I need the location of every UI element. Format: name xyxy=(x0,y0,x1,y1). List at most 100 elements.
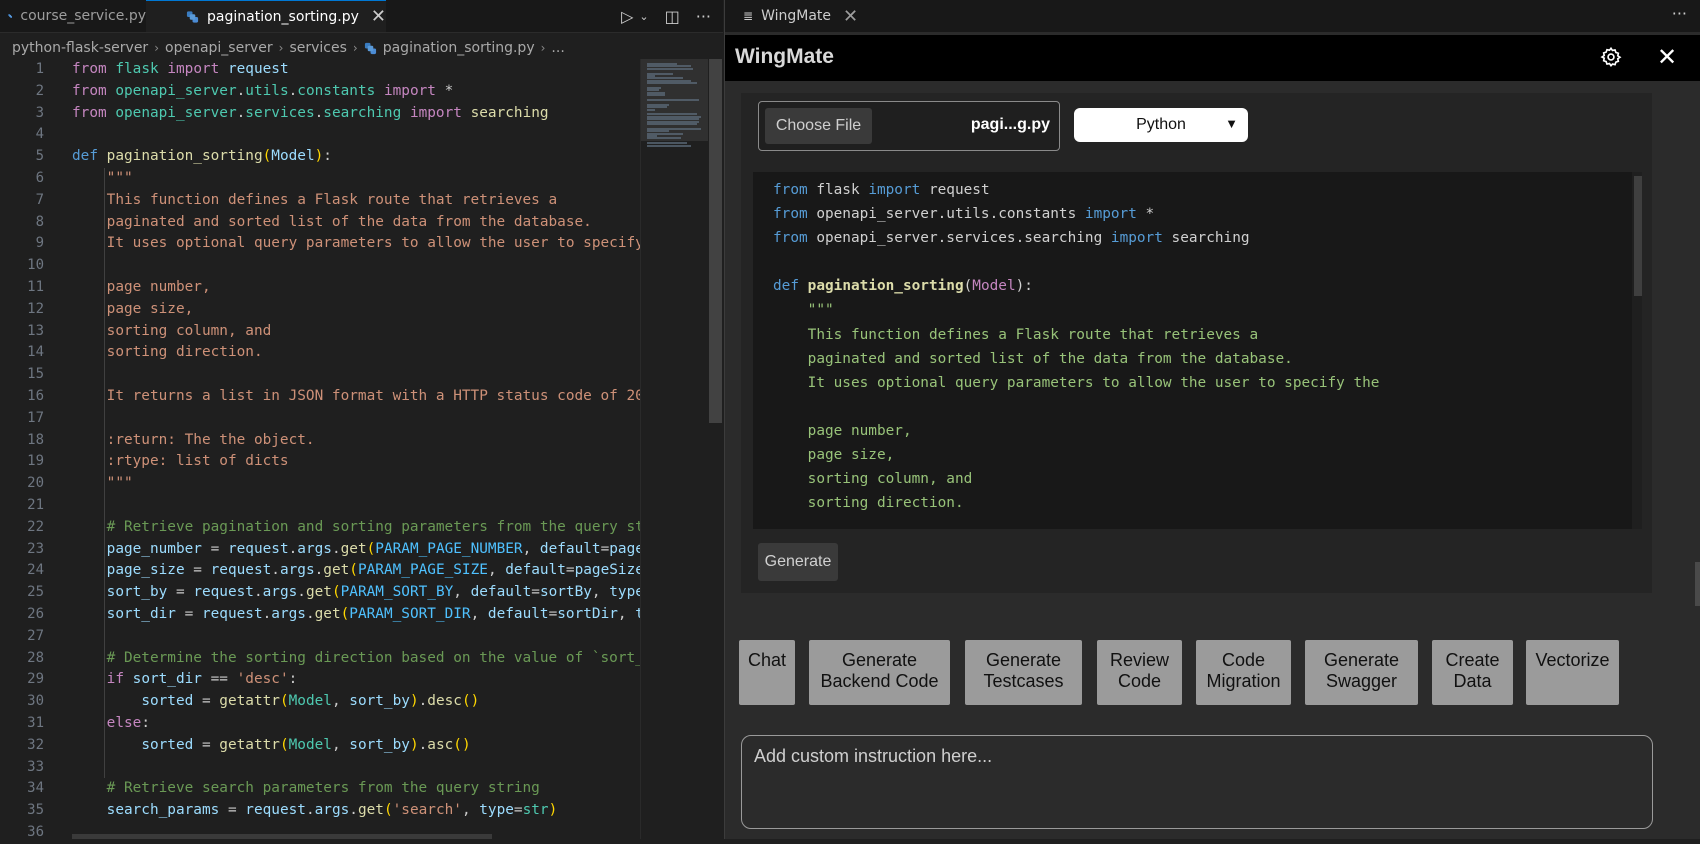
choose-file-button[interactable]: Choose File xyxy=(765,108,872,144)
label-line: Generate xyxy=(1323,650,1400,670)
code-line: else: xyxy=(106,714,150,731)
code-line: :rtype: list of dicts xyxy=(72,453,289,470)
action-button-label: Code Migration xyxy=(1206,650,1280,692)
line-number: 18 xyxy=(27,431,44,448)
editor-horizontal-scrollbar[interactable] xyxy=(72,834,492,839)
gear-icon[interactable] xyxy=(1600,46,1622,68)
editor-vertical-scrollbar[interactable] xyxy=(708,59,723,839)
label-line: Swagger xyxy=(1325,671,1398,691)
line-number: 24 xyxy=(27,562,44,579)
action-button-label: Review Code xyxy=(1110,650,1169,692)
generate-button[interactable]: Generate xyxy=(758,543,838,581)
tab-course-service[interactable]: course_service.py xyxy=(8,0,146,32)
python-file-icon xyxy=(186,10,199,23)
tab-label: WingMate xyxy=(761,8,832,24)
label-line: Testcases xyxy=(983,671,1064,691)
minimap-line xyxy=(647,144,691,147)
breadcrumb-item[interactable]: pagination_sorting.py xyxy=(383,40,535,56)
breadcrumb-item[interactable]: services xyxy=(289,40,346,56)
action-button-chat[interactable]: Chat xyxy=(739,640,795,705)
code-line: page_number = request.args.get(PARAM_PAG… xyxy=(106,540,640,557)
line-number-gutter: 1 2 3 4 5 6 7 8 9 10 11 12 13 14 15 16 17 18 19 20 21 22 23 24 2… xyxy=(0,59,56,844)
code-input-card: Choose File pagi...g.py Python ▼ from fl… xyxy=(741,93,1652,593)
code-line: page number, xyxy=(72,278,211,295)
preview-icon: ≣ xyxy=(743,9,754,23)
line-number: 17 xyxy=(27,409,44,426)
scrollbar-thumb[interactable] xyxy=(709,59,722,423)
line-number: 14 xyxy=(27,344,44,361)
tab-label: course_service.py xyxy=(20,8,146,24)
line-number: 28 xyxy=(27,649,44,666)
code-area[interactable]: from flask import request from openapi_s… xyxy=(72,59,640,839)
code-line: paginated and sorted list of the data fr… xyxy=(72,213,592,230)
code-line: :return: The the object. xyxy=(72,431,315,448)
line-number: 26 xyxy=(27,605,44,622)
tab-wingmate[interactable]: ≣ WingMate ✕ xyxy=(743,0,858,32)
minimap[interactable] xyxy=(640,59,709,839)
code-line: This function defines a Flask route that… xyxy=(773,326,1259,343)
breadcrumb: python-flask-server › openapi_server › s… xyxy=(12,38,565,58)
custom-instruction-input[interactable] xyxy=(742,736,1652,828)
more-actions-icon[interactable]: ··· xyxy=(696,7,711,26)
code-line: sort_dir = request.args.get(PARAM_SORT_D… xyxy=(106,605,640,622)
action-button-vectorize[interactable]: Vectorize xyxy=(1526,640,1619,705)
breadcrumb-item[interactable]: python-flask-server xyxy=(12,40,148,56)
code-preview[interactable]: from flask import request from openapi_s… xyxy=(753,172,1642,529)
code-preview-scrollbar[interactable] xyxy=(1632,172,1642,529)
action-button-generate-swagger[interactable]: Generate Swagger xyxy=(1305,640,1418,705)
action-button-label: Create Data xyxy=(1445,650,1499,692)
minimap-line xyxy=(647,82,697,85)
tab-pagination-sorting[interactable]: pagination_sorting.py ✕ xyxy=(146,0,386,32)
close-icon[interactable]: ✕ xyxy=(1657,43,1677,71)
more-actions-icon[interactable]: ··· xyxy=(1672,4,1687,23)
chevron-right-icon: › xyxy=(352,41,358,55)
python-file-icon xyxy=(8,14,13,18)
action-button-label: Generate Backend Code xyxy=(820,650,938,692)
action-button-label: Vectorize xyxy=(1535,650,1609,671)
line-number: 27 xyxy=(27,627,44,644)
code-line: sorted = getattr(Model, sort_by).asc() xyxy=(141,736,471,753)
line-number: 36 xyxy=(27,823,44,840)
action-button-generate-testcases[interactable]: Generate Testcases xyxy=(965,640,1082,705)
code-line: sorted = getattr(Model, sort_by).desc() xyxy=(141,693,480,710)
close-tab-icon[interactable]: ✕ xyxy=(371,6,386,27)
close-tab-icon[interactable]: ✕ xyxy=(843,6,858,27)
line-number: 5 xyxy=(35,148,44,165)
line-number: 11 xyxy=(27,278,44,295)
code-line: It uses optional query parameters to all… xyxy=(773,374,1380,391)
language-select[interactable]: Python ▼ xyxy=(1074,108,1248,142)
action-button-review-code[interactable]: Review Code xyxy=(1097,640,1182,705)
line-number: 10 xyxy=(27,257,44,274)
code-line: page_size = request.args.get(PARAM_PAGE_… xyxy=(106,562,640,579)
code-editor: course_service.py pagination_sorting.py … xyxy=(0,0,723,840)
scrollbar-thumb[interactable] xyxy=(1634,176,1642,296)
chevron-right-icon: › xyxy=(540,41,546,55)
minimap-line xyxy=(647,94,665,97)
file-input[interactable]: Choose File pagi...g.py xyxy=(758,101,1060,151)
custom-instruction-field[interactable] xyxy=(741,735,1653,829)
panel-scrollbar[interactable] xyxy=(1695,562,1700,606)
run-dropdown-icon[interactable]: ⌄ xyxy=(639,10,648,23)
line-number: 4 xyxy=(35,126,44,143)
code-line: """ xyxy=(773,302,834,319)
action-button-generate-backend-code[interactable]: Generate Backend Code xyxy=(809,640,950,705)
breadcrumb-item[interactable]: openapi_server xyxy=(165,40,273,56)
code-line: if sort_dir == 'desc': xyxy=(106,671,298,688)
selected-file-name: pagi...g.py xyxy=(970,116,1050,133)
split-editor-icon[interactable]: ◫ xyxy=(665,7,680,26)
code-line: sorting direction. xyxy=(72,344,263,361)
line-number: 15 xyxy=(27,366,44,383)
action-button-create-data[interactable]: Create Data xyxy=(1432,640,1513,705)
minimap-line xyxy=(647,99,699,101)
editor-tab-bar: course_service.py pagination_sorting.py … xyxy=(0,0,723,33)
label-line: Vectorize xyxy=(1535,650,1610,670)
label-line: Backend Code xyxy=(820,671,939,691)
wingmate-panel: ≣ WingMate ✕ ··· WingMate ✕ Choose File … xyxy=(724,0,1700,839)
breadcrumb-item[interactable]: ... xyxy=(551,40,564,56)
code-line: sort_by = request.args.get(PARAM_SORT_BY… xyxy=(106,584,640,601)
action-button-code-migration[interactable]: Code Migration xyxy=(1196,640,1291,705)
run-icon[interactable]: ▷ xyxy=(621,7,633,26)
